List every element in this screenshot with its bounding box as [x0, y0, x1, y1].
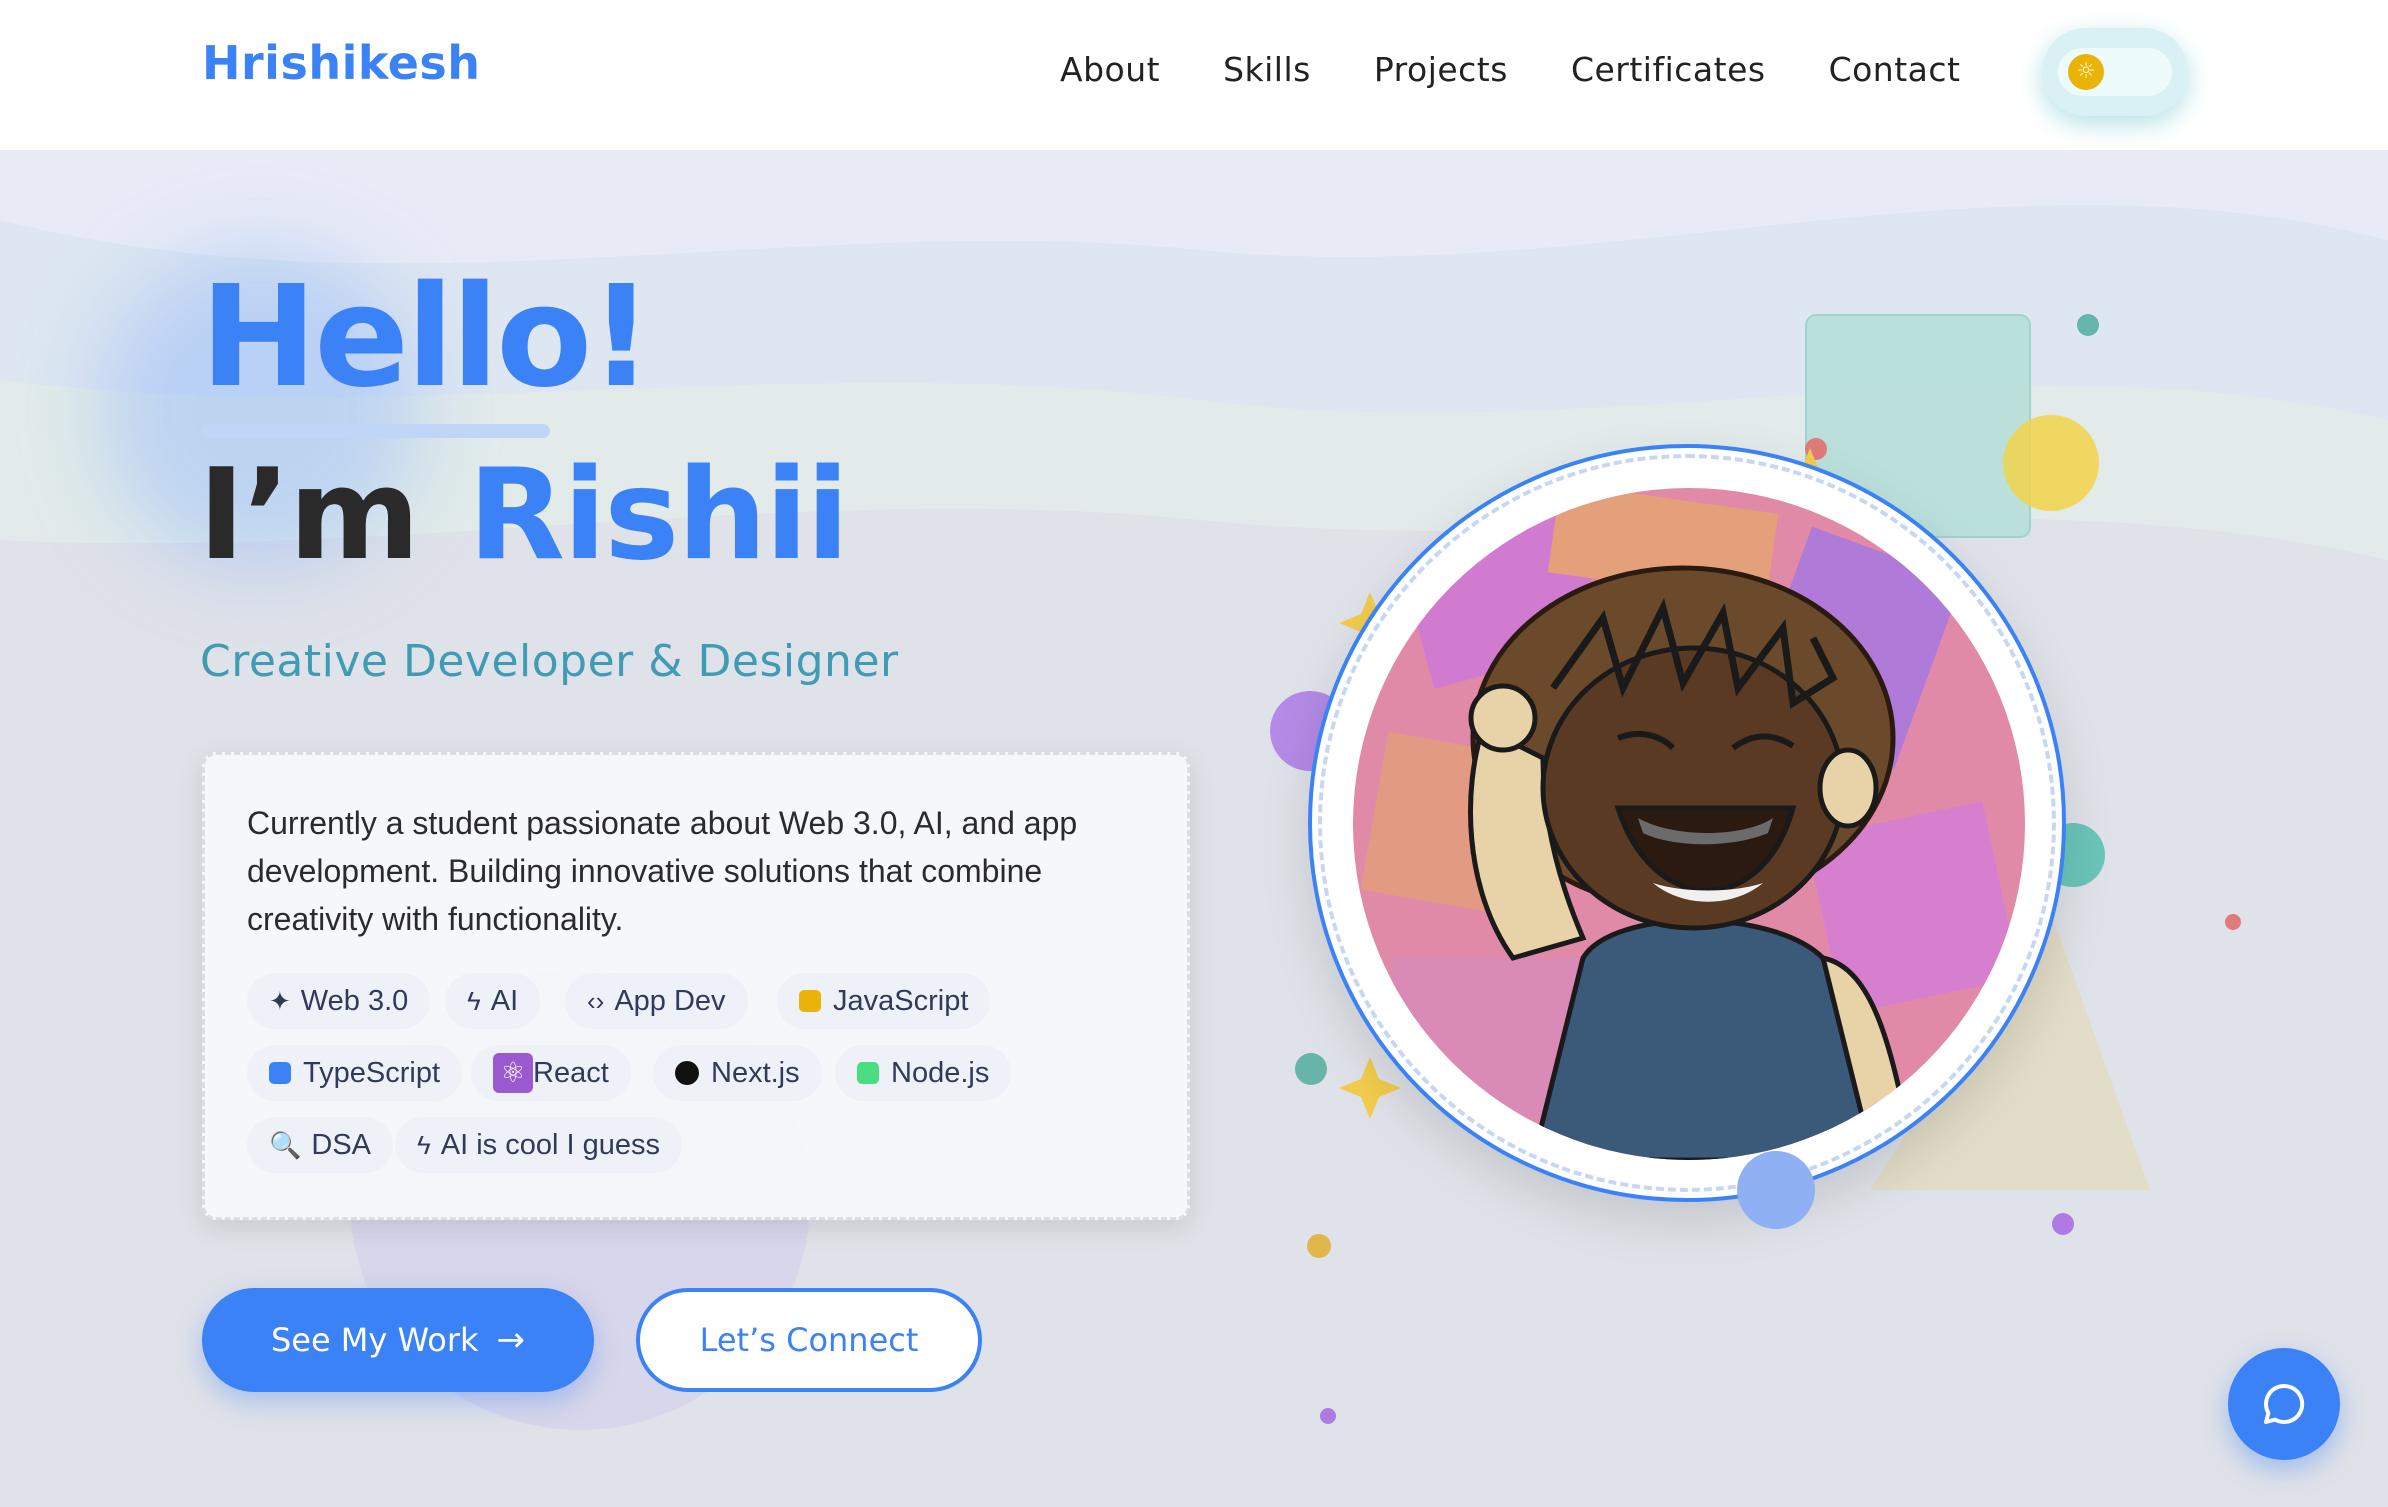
about-card: Currently a student passionate about Web… [202, 752, 1190, 1220]
about-text: Currently a student passionate about Web… [247, 805, 1078, 937]
toggle-track: ☼ [2058, 48, 2172, 96]
lightning-icon: ϟ [467, 985, 481, 1016]
navbar: Hrishikesh About Skills Projects Certifi… [0, 0, 2388, 150]
skill-chip-app-dev: ‹› App Dev [565, 973, 748, 1029]
javascript-icon [799, 990, 821, 1012]
skill-chip-ai-cool: ϟ AI is cool I guess [395, 1117, 682, 1173]
arrow-right-icon: → [496, 1320, 526, 1360]
hello-underline [202, 424, 550, 438]
hello-heading: Hello! [200, 256, 653, 419]
brand-logo[interactable]: Hrishikesh [202, 36, 481, 90]
nav-link-about[interactable]: About [1060, 50, 1160, 89]
code-icon: ‹› [587, 985, 605, 1016]
button-label: See My Work [270, 1321, 479, 1359]
skill-chip-react: ⚛ React [471, 1045, 631, 1101]
lets-connect-button[interactable]: Let’s Connect [636, 1288, 982, 1392]
tagline: Creative Developer & Designer [200, 636, 899, 687]
skill-chip-typescript: TypeScript [247, 1045, 462, 1101]
skill-chip-ai: ϟ AI [445, 973, 541, 1029]
chip-label: TypeScript [303, 1056, 440, 1089]
name-word: Rishii [468, 441, 849, 588]
skill-chip-dsa: 🔍 DSA [247, 1117, 394, 1173]
im-word: I’m [198, 441, 420, 588]
chip-label: AI [490, 984, 519, 1017]
sparkles-icon: ✦ [269, 985, 291, 1016]
chip-label: React [533, 1056, 609, 1089]
nav-link-skills[interactable]: Skills [1223, 50, 1311, 89]
skill-chip-javascript: JavaScript [777, 973, 991, 1029]
atom-icon: ⚛ [493, 1053, 533, 1093]
nodejs-icon [857, 1062, 879, 1084]
typescript-icon [269, 1062, 291, 1084]
nav-link-projects[interactable]: Projects [1374, 50, 1508, 89]
chip-label: DSA [311, 1128, 372, 1161]
skill-chip-nextjs: Next.js [653, 1045, 822, 1101]
chip-label: Next.js [711, 1056, 800, 1089]
chat-button[interactable] [2228, 1348, 2340, 1460]
nav-links: About Skills Projects Certificates Conta… [1060, 50, 2023, 89]
chip-label: Web 3.0 [300, 984, 409, 1017]
theme-toggle[interactable]: ☼ [2042, 28, 2188, 116]
chat-bubble-icon [2264, 1383, 2305, 1424]
intro-heading: I’m Rishii [198, 452, 849, 578]
sun-icon: ☼ [2068, 54, 2104, 90]
nav-link-certificates[interactable]: Certificates [1571, 50, 1766, 89]
lightning-icon: ϟ [417, 1129, 431, 1160]
chip-label: JavaScript [833, 984, 969, 1017]
decor-circle [1737, 1151, 1815, 1229]
button-label: Let’s Connect [699, 1321, 919, 1359]
chip-label: Node.js [891, 1056, 990, 1089]
chip-label: App Dev [614, 984, 726, 1017]
magnifier-icon: 🔍 [269, 1129, 302, 1160]
nav-link-contact[interactable]: Contact [1829, 50, 1961, 89]
chip-label: AI is cool I guess [440, 1128, 660, 1161]
skill-chip-web3: ✦ Web 3.0 [247, 973, 431, 1029]
see-my-work-button[interactable]: See My Work → [202, 1288, 594, 1392]
avatar [1353, 488, 2025, 1160]
nextjs-icon [675, 1061, 699, 1085]
skill-chip-nodejs: Node.js [835, 1045, 1012, 1101]
